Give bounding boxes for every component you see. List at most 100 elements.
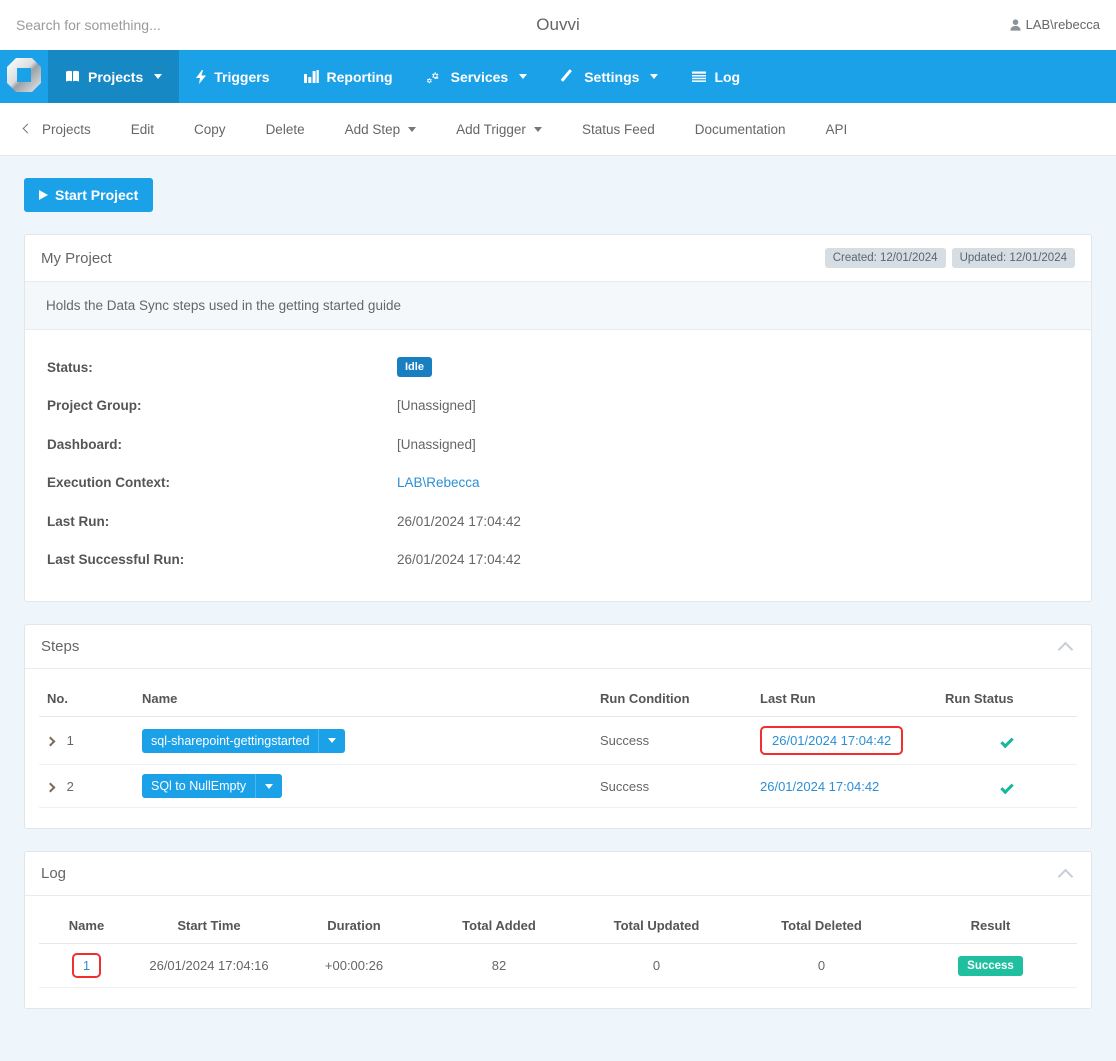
detail-value: Idle — [397, 357, 432, 378]
log-col-total-updated: Total Updated — [574, 908, 739, 944]
detail-row-project-group: Project Group: [Unassigned] — [47, 387, 1069, 426]
toolbar-item-label: Add Trigger — [456, 121, 526, 137]
gears-icon — [426, 70, 443, 84]
detail-label: Status: — [47, 359, 93, 375]
nav-item-triggers[interactable]: Triggers — [179, 50, 286, 103]
step-name-cell: sql-sharepoint-gettingstarted — [134, 716, 592, 765]
toolbar-item-label: Status Feed — [581, 121, 655, 137]
step-name-button[interactable]: sql-sharepoint-gettingstarted — [142, 728, 319, 753]
project-description: Holds the Data Sync steps used in the ge… — [25, 282, 1091, 330]
steps-col-run-condition: Run Condition — [592, 681, 752, 717]
toolbar-edit[interactable]: Edit — [111, 122, 174, 137]
steps-panel-header[interactable]: Steps — [25, 625, 1091, 669]
toolbar-copy[interactable]: Copy — [174, 122, 246, 137]
chevron-right-icon[interactable] — [45, 736, 56, 747]
step-no-cell[interactable]: 2 — [39, 764, 134, 808]
log-name-link[interactable]: 1 — [83, 958, 90, 973]
log-duration: +00:00:26 — [284, 943, 424, 988]
step-name-button[interactable]: SQl to NullEmpty — [142, 774, 256, 798]
steps-title: Steps — [41, 638, 80, 655]
step-no-cell[interactable]: 1 — [39, 716, 134, 765]
toolbar-documentation[interactable]: Documentation — [675, 122, 806, 137]
chevron-up-icon[interactable] — [1057, 868, 1074, 884]
nav-item-log[interactable]: Log — [675, 50, 757, 103]
steps-panel: Steps No. Name Run Condition Last Run Ru… — [24, 624, 1092, 829]
app-logo[interactable] — [0, 50, 48, 103]
highlight-box: 26/01/2024 17:04:42 — [760, 726, 904, 755]
steps-table-header-row: No. Name Run Condition Last Run Run Stat… — [39, 681, 1077, 717]
check-icon — [1000, 734, 1014, 749]
detail-row-last-run: Last Run: 26/01/2024 17:04:42 — [47, 502, 1069, 541]
step-name-button-group[interactable]: sql-sharepoint-gettingstarted — [142, 728, 346, 753]
toolbar-delete[interactable]: Delete — [246, 122, 325, 137]
toolbar-item-label: Documentation — [694, 121, 786, 137]
detail-label: Dashboard: — [47, 436, 123, 452]
log-panel-header[interactable]: Log — [25, 852, 1091, 896]
toolbar-item-label: Delete — [265, 121, 305, 137]
step-name-dropdown-toggle[interactable] — [255, 774, 283, 798]
status-badge: Success — [958, 955, 1023, 976]
step-name-cell: SQl to NullEmpty — [134, 764, 592, 808]
toolbar-back-projects[interactable]: Projects — [20, 122, 111, 137]
ouvvi-logo-icon — [6, 57, 42, 96]
play-icon — [39, 190, 48, 200]
chevron-left-icon — [22, 123, 33, 133]
log-col-result: Result — [904, 908, 1077, 944]
step-no: 1 — [66, 733, 74, 748]
chevron-down-icon — [265, 783, 274, 789]
updated-badge: Updated: 12/01/2024 — [951, 248, 1075, 268]
chevron-down-icon — [328, 738, 337, 743]
toolbar-status-feed[interactable]: Status Feed — [562, 122, 675, 137]
book-icon — [65, 70, 80, 83]
nav-item-services[interactable]: Services — [410, 50, 545, 103]
steps-table: No. Name Run Condition Last Run Run Stat… — [39, 681, 1077, 808]
list-icon — [692, 71, 707, 83]
project-panel: My Project Created: 12/01/2024 Updated: … — [24, 234, 1092, 602]
start-project-button[interactable]: Start Project — [24, 178, 154, 212]
nav-item-projects[interactable]: Projects — [48, 50, 180, 103]
log-total-added: 82 — [424, 943, 574, 988]
detail-value: 26/01/2024 17:04:42 — [397, 552, 521, 568]
detail-label: Last Successful Run: — [47, 552, 185, 568]
detail-value: [Unassigned] — [397, 436, 476, 452]
page-title: My Project — [41, 249, 112, 267]
nav-item-settings[interactable]: Settings — [544, 50, 675, 103]
user-menu[interactable]: LAB\rebecca — [1009, 17, 1100, 32]
user-icon — [1009, 18, 1021, 31]
log-col-duration: Duration — [284, 908, 424, 944]
toolbar-item-label: Add Step — [344, 121, 401, 137]
toolbar-item-label: Copy — [194, 121, 226, 137]
step-run-condition: Success — [592, 764, 752, 808]
log-name-cell: 1 — [39, 943, 134, 988]
nav-item-reporting[interactable]: Reporting — [287, 50, 410, 103]
toolbar-add-trigger[interactable]: Add Trigger — [436, 122, 562, 137]
nav-item-label: Triggers — [214, 68, 270, 85]
toolbar-add-step[interactable]: Add Step — [325, 122, 437, 137]
bolt-icon — [196, 69, 207, 84]
log-col-name: Name — [39, 908, 134, 944]
step-name-button-group[interactable]: SQl to NullEmpty — [142, 774, 283, 798]
toolbar-item-label: API — [825, 121, 848, 137]
steps-col-run-status: Run Status — [937, 681, 1077, 717]
log-result-cell: Success — [904, 943, 1077, 988]
step-last-run-link[interactable]: 26/01/2024 17:04:42 — [760, 779, 879, 794]
status-badge: Idle — [397, 357, 432, 378]
search-input[interactable] — [14, 9, 334, 40]
chevron-right-icon[interactable] — [45, 782, 56, 792]
nav-item-label: Reporting — [326, 68, 393, 85]
execution-context-link[interactable]: LAB\Rebecca — [397, 475, 480, 490]
toolbar-api[interactable]: API — [806, 122, 868, 137]
toolbar-item-label: Projects — [42, 121, 91, 137]
detail-row-dashboard: Dashboard: [Unassigned] — [47, 425, 1069, 464]
context-toolbar: Projects Edit Copy Delete Add Step Add T… — [0, 103, 1116, 156]
highlight-box: 1 — [71, 953, 102, 978]
step-last-run-link[interactable]: 26/01/2024 17:04:42 — [772, 733, 891, 748]
project-details: Status: Idle Project Group: [Unassigned]… — [25, 330, 1091, 601]
chevron-up-icon[interactable] — [1057, 641, 1074, 657]
page-content: Start Project My Project Created: 12/01/… — [0, 156, 1116, 1009]
log-title: Log — [41, 865, 67, 882]
steps-col-no: No. — [39, 681, 134, 717]
step-name-dropdown-toggle[interactable] — [318, 728, 346, 753]
detail-label: Execution Context: — [47, 475, 171, 491]
log-total-updated: 0 — [574, 943, 739, 988]
